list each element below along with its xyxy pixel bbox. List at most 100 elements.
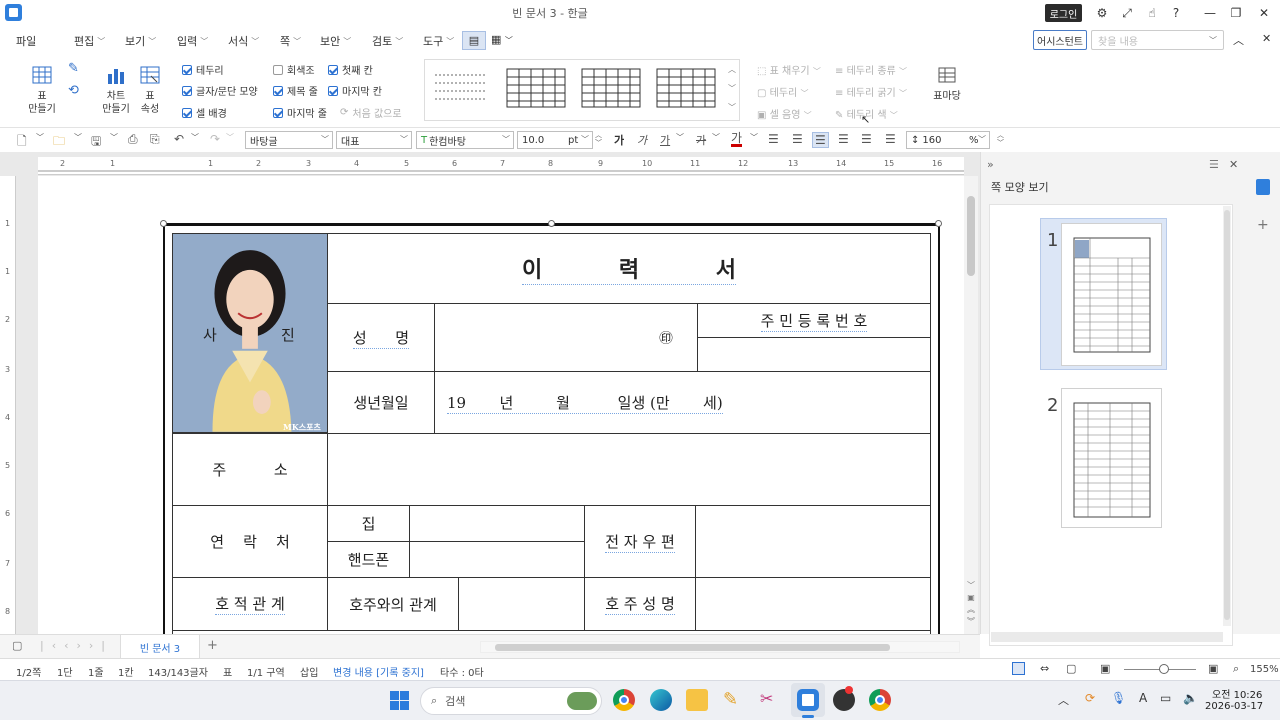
menu-security[interactable]: 보안 ﹀ — [320, 33, 351, 49]
tray-expand-icon[interactable]: ︿ — [1058, 692, 1069, 708]
view-multi-icon[interactable]: ▣ — [1100, 662, 1110, 675]
view-normal-icon[interactable] — [1012, 662, 1025, 675]
obs-icon[interactable] — [833, 686, 855, 711]
table-style-2[interactable] — [504, 66, 566, 110]
relation-label[interactable]: 호주와의 관계 — [327, 577, 459, 631]
align-justify-icon[interactable]: ☰ — [768, 132, 779, 146]
spacing-stepper[interactable]: ︿ ﹀ — [997, 131, 1004, 147]
hwp-taskbar-icon[interactable] — [797, 689, 819, 711]
collapse-ribbon-icon[interactable]: ︿ — [1233, 32, 1244, 48]
home-phone-field[interactable] — [409, 505, 585, 542]
home-phone-label[interactable]: 집 — [327, 505, 410, 542]
clock-date[interactable]: 2026-03-17 — [1205, 701, 1263, 712]
menu-insert[interactable]: 입력 ﹀ — [177, 33, 208, 49]
table-style-1[interactable] — [430, 66, 492, 110]
status-track[interactable]: 변경 내용 [기록 중지] — [333, 664, 424, 679]
checkbox[interactable] — [182, 85, 192, 96]
assistant-button[interactable]: 어시스턴트 — [1033, 30, 1087, 50]
status-section[interactable]: 1/1 구역 — [247, 664, 285, 679]
help-icon[interactable]: ? — [1162, 0, 1190, 26]
checkbox[interactable] — [182, 107, 192, 118]
bold-button[interactable]: 가 — [614, 132, 624, 148]
align-right-icon[interactable]: ☰ — [838, 132, 849, 146]
thumb-page-1[interactable] — [1061, 223, 1162, 366]
open-dropdown[interactable]: ﹀ — [74, 132, 82, 143]
check-border[interactable]: 테두리 — [182, 62, 224, 77]
page-nav-icons[interactable]: ﹀ ▣ ︽ ︾ — [965, 580, 977, 628]
zoom-fit-icon[interactable]: ▣ — [1208, 662, 1218, 675]
table-page-button[interactable]: 표마당 — [926, 64, 968, 103]
size-stepper[interactable]: ︿ ﹀ — [595, 131, 602, 147]
style-select[interactable]: 바탕글 ﹀ — [245, 131, 333, 149]
birth-field[interactable]: 19 년 월 일생 (만 세) — [434, 371, 931, 434]
check-grayscale[interactable]: 회색조 — [273, 62, 315, 77]
menu-edit[interactable]: 편집 ﹀ — [74, 33, 105, 49]
print-icon[interactable]: ⎙ — [128, 132, 138, 147]
fill-table-button[interactable]: ⬚ 표 채우기 ﹀ — [757, 62, 821, 77]
chrome-icon[interactable] — [613, 689, 635, 711]
menu-review[interactable]: 검토 ﹀ — [372, 33, 403, 49]
chrome-icon-2[interactable] — [869, 689, 891, 711]
view-page-icon[interactable]: ▢ — [1066, 662, 1076, 675]
panel-menu-icon[interactable]: ☰ — [1209, 158, 1219, 171]
settings-icon[interactable]: ⚙ — [1088, 0, 1116, 26]
thumb-page-2[interactable] — [1061, 388, 1162, 528]
align-center-icon[interactable]: ☰ — [812, 132, 829, 148]
table-design-tab[interactable]: ▦ ﹀ — [488, 31, 522, 50]
font-color-icon[interactable]: 가 — [731, 132, 743, 147]
line-spacing-select[interactable]: ↕ 160% ﹀ — [906, 131, 990, 149]
view-width-icon[interactable]: ⇔ — [1040, 662, 1049, 675]
align-distribute-icon[interactable]: ☰ — [861, 132, 872, 146]
horizontal-ruler[interactable]: 2 1 1 2 3 4 5 6 7 8 9 10 11 12 13 14 15 16 — [38, 157, 964, 175]
checkbox[interactable] — [328, 85, 338, 96]
check-title-row[interactable]: 제목 줄 — [273, 83, 318, 98]
table-create-button[interactable]: 표 만들기 — [22, 64, 62, 116]
checkbox[interactable] — [328, 64, 338, 75]
checkbox[interactable] — [273, 64, 283, 75]
doc-side-icon[interactable] — [1256, 179, 1270, 195]
email-label[interactable]: 전 자 우 편 — [584, 505, 696, 578]
save-icon[interactable]: 🖫 — [91, 132, 101, 153]
close-button[interactable]: ✕ — [1250, 0, 1278, 26]
mobile-field[interactable] — [409, 541, 585, 578]
checkbox[interactable] — [182, 64, 192, 75]
check-last-col[interactable]: 마지막 칸 — [328, 83, 382, 98]
add-side-icon[interactable]: + — [1257, 217, 1269, 233]
snip-icon[interactable]: ✂ — [760, 689, 782, 711]
vertical-scrollbar[interactable]: ﹀ ▣ ︽ ︾ — [964, 176, 978, 634]
menu-file[interactable]: 파일 — [16, 33, 36, 49]
rrn-label[interactable]: 주 민 등 록 번 호 — [697, 303, 931, 338]
cell-shade-button[interactable]: ▣ 셀 음영 ﹀ — [757, 106, 812, 121]
tab-list-icon[interactable]: ▢ — [12, 639, 22, 652]
address-label[interactable]: 주 소 — [172, 433, 328, 506]
undo-icon[interactable]: ↶ — [174, 132, 184, 146]
border-type-button[interactable]: ≡ 테두리 종류 ﹀ — [835, 62, 907, 77]
checkbox[interactable] — [273, 85, 283, 96]
checkbox[interactable] — [273, 107, 283, 118]
selection-handle[interactable] — [548, 220, 555, 227]
family-label[interactable]: 호 적 관 계 — [172, 577, 328, 631]
font-color-dropdown[interactable]: ﹀ — [750, 132, 758, 143]
table-convert-icon[interactable]: ⟲ — [68, 83, 79, 98]
start-icon[interactable] — [390, 691, 410, 711]
save-dropdown[interactable]: ﹀ — [110, 132, 118, 143]
table-style-4[interactable] — [654, 66, 716, 110]
pencil-icon[interactable]: ✎ — [723, 689, 745, 711]
check-last-row[interactable]: 마지막 줄 — [273, 105, 327, 120]
status-page[interactable]: 1/2쪽 — [16, 664, 41, 679]
vertical-ruler[interactable]: 1 1 2 3 4 5 6 7 8 — [0, 176, 16, 634]
birth-label[interactable]: 생년월일 — [327, 371, 435, 434]
battery-icon[interactable]: ▭ — [1160, 691, 1171, 705]
selection-handle[interactable] — [160, 220, 167, 227]
ime-icon[interactable]: A — [1139, 691, 1147, 705]
head-label[interactable]: 호 주 성 명 — [584, 577, 696, 631]
panel-scrollbar[interactable] — [1223, 206, 1231, 626]
status-mode[interactable]: 삽입 — [300, 664, 318, 679]
table-edit-icon[interactable]: ✎ — [68, 61, 79, 76]
menu-page[interactable]: 쪽 ﹀ — [280, 33, 301, 49]
login-button[interactable]: 로그인 — [1045, 4, 1082, 22]
panel-expand-icon[interactable]: » — [987, 158, 994, 171]
explorer-icon[interactable] — [686, 689, 708, 711]
strike-dropdown[interactable]: ﹀ — [712, 132, 720, 143]
find-input[interactable]: 찾을 내용 ﹀ — [1091, 30, 1224, 50]
